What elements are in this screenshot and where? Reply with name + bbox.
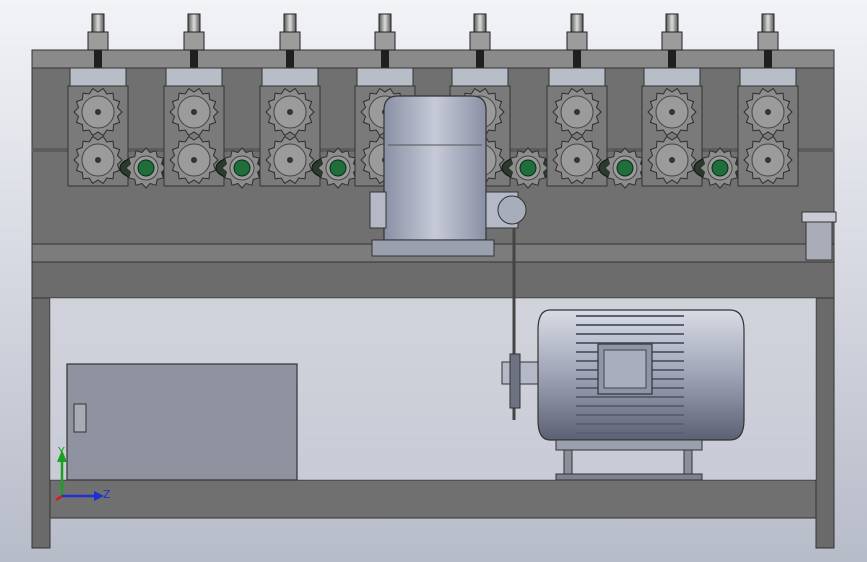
- adjust-screw[interactable]: [473, 13, 487, 35]
- slide-block[interactable]: [356, 67, 414, 87]
- left-leg[interactable]: [31, 297, 51, 549]
- bearing-insert: [137, 159, 155, 177]
- gearbox-left-shaft[interactable]: [369, 191, 387, 229]
- lock-nut[interactable]: [279, 31, 301, 51]
- cad-scene[interactable]: Y Z: [0, 0, 867, 562]
- bearing-insert: [233, 159, 251, 177]
- triad-y-label: Y: [57, 445, 65, 458]
- bearing-insert: [616, 159, 634, 177]
- upper-gear-bore: [574, 109, 580, 115]
- bearing-insert: [711, 159, 729, 177]
- motor-mount-plate[interactable]: [555, 439, 703, 451]
- sensor-box[interactable]: [801, 211, 837, 261]
- gearbox-housing[interactable]: [383, 95, 487, 241]
- lower-gear-bore: [574, 157, 580, 163]
- slide-block[interactable]: [643, 67, 701, 87]
- table-top[interactable]: [31, 261, 835, 299]
- lower-gear-bore: [287, 157, 293, 163]
- slide-block[interactable]: [739, 67, 797, 87]
- gearbox-output-pulley[interactable]: [497, 195, 527, 225]
- adjust-screw[interactable]: [378, 13, 392, 35]
- top-rail[interactable]: [31, 49, 835, 69]
- upper-gear-bore: [765, 109, 771, 115]
- motor-terminal-cover: [603, 349, 647, 389]
- adjust-screw[interactable]: [91, 13, 105, 35]
- control-cabinet-body[interactable]: [66, 363, 298, 481]
- upper-gear-bore: [669, 109, 675, 115]
- adjust-screw[interactable]: [665, 13, 679, 35]
- upper-gear-bore: [95, 109, 101, 115]
- lower-gear-bore: [669, 157, 675, 163]
- control-cabinet[interactable]: [66, 363, 298, 481]
- adjust-screw[interactable]: [283, 13, 297, 35]
- lock-nut[interactable]: [757, 31, 779, 51]
- slide-block[interactable]: [165, 67, 223, 87]
- upper-gear-bore: [191, 109, 197, 115]
- adjust-screw[interactable]: [187, 13, 201, 35]
- lower-gear-bore: [765, 157, 771, 163]
- lock-nut[interactable]: [566, 31, 588, 51]
- lock-nut[interactable]: [661, 31, 683, 51]
- bearing-insert: [519, 159, 537, 177]
- bearing-insert: [329, 159, 347, 177]
- slide-block[interactable]: [69, 67, 127, 87]
- right-leg[interactable]: [815, 297, 835, 549]
- adjust-screw[interactable]: [761, 13, 775, 35]
- cabinet-handle[interactable]: [73, 403, 87, 433]
- gearbox-base[interactable]: [371, 239, 495, 257]
- bottom-shelf[interactable]: [49, 479, 817, 519]
- lock-nut[interactable]: [469, 31, 491, 51]
- motor-pulley[interactable]: [509, 353, 521, 409]
- motor-shaft[interactable]: [501, 361, 543, 385]
- lock-nut[interactable]: [183, 31, 205, 51]
- slide-block[interactable]: [261, 67, 319, 87]
- lock-nut[interactable]: [87, 31, 109, 51]
- adjust-screw[interactable]: [570, 13, 584, 35]
- lower-gear-bore: [191, 157, 197, 163]
- lock-nut[interactable]: [374, 31, 396, 51]
- graphics-viewport[interactable]: Y Z: [0, 0, 867, 562]
- slide-block[interactable]: [451, 67, 509, 87]
- upper-gear-bore: [287, 109, 293, 115]
- sensor-cap: [801, 211, 837, 223]
- lower-gear-bore: [95, 157, 101, 163]
- slide-block[interactable]: [548, 67, 606, 87]
- motor-base-rail: [555, 473, 703, 481]
- triad-z-label: Z: [103, 488, 111, 501]
